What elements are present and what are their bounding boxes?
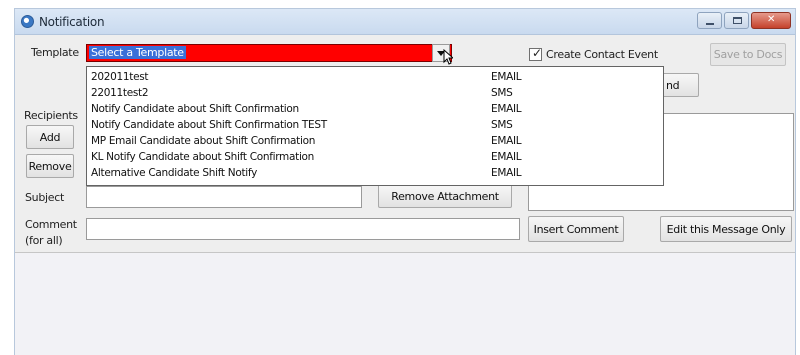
- template-option-name: 22011test2: [91, 87, 149, 99]
- subject-label: Subject: [25, 191, 65, 204]
- list-item[interactable]: Alternative Candidate Shift Notify EMAIL: [87, 165, 663, 182]
- template-selected-value: Select a Template: [89, 46, 186, 59]
- insert-comment-button[interactable]: Insert Comment: [528, 216, 624, 242]
- list-item[interactable]: Notify Candidate about Shift Confirmatio…: [87, 117, 663, 134]
- list-item[interactable]: 22011test2 SMS: [87, 85, 663, 102]
- list-item[interactable]: 202011test EMAIL: [87, 69, 663, 86]
- maximize-icon: [733, 17, 742, 24]
- template-option-type: EMAIL: [491, 103, 522, 115]
- window-title: Notification: [39, 15, 105, 29]
- template-option-name: 202011test: [91, 71, 149, 83]
- template-option-name: MP Email Candidate about Shift Confirmat…: [91, 135, 316, 147]
- recipients-label: Recipients: [24, 109, 78, 122]
- comment-sublabel: (for all): [25, 234, 63, 247]
- maximize-button[interactable]: [724, 12, 749, 29]
- list-item[interactable]: MP Email Candidate about Shift Confirmat…: [87, 133, 663, 150]
- add-recipient-button[interactable]: Add: [26, 125, 74, 149]
- remove-recipient-button[interactable]: Remove: [26, 154, 74, 178]
- subject-input[interactable]: [86, 186, 362, 208]
- list-item[interactable]: Notify Candidate about Shift Confirmatio…: [87, 101, 663, 118]
- minimize-icon: [706, 23, 714, 25]
- template-option-name: KL Notify Candidate about Shift Confirma…: [91, 151, 315, 163]
- template-option-type: EMAIL: [491, 135, 522, 147]
- template-option-type: SMS: [491, 119, 513, 131]
- template-option-type: EMAIL: [491, 167, 522, 179]
- close-icon: ✕: [766, 14, 776, 25]
- edit-message-only-button[interactable]: Edit this Message Only: [660, 216, 792, 242]
- template-option-type: SMS: [491, 87, 513, 99]
- template-option-type: EMAIL: [491, 71, 522, 83]
- title-bar[interactable]: Notification ✕: [15, 9, 795, 35]
- mouse-cursor-icon: [443, 49, 453, 65]
- template-option-name: Notify Candidate about Shift Confirmatio…: [91, 119, 327, 131]
- minimize-button[interactable]: [697, 12, 722, 29]
- close-button[interactable]: ✕: [751, 12, 791, 29]
- save-to-docs-button[interactable]: Save to Docs: [710, 43, 786, 66]
- template-option-name: Alternative Candidate Shift Notify: [91, 167, 258, 179]
- window-controls: ✕: [697, 12, 791, 29]
- template-dropdown-list[interactable]: 202011test EMAIL 22011test2 SMS Notify C…: [86, 66, 664, 186]
- template-select[interactable]: Select a Template: [86, 44, 452, 62]
- comment-input[interactable]: [86, 218, 520, 240]
- comment-label: Comment: [25, 218, 77, 231]
- lower-panel: [15, 253, 795, 355]
- list-item[interactable]: KL Notify Candidate about Shift Confirma…: [87, 149, 663, 166]
- create-contact-event-label: Create Contact Event: [546, 48, 658, 61]
- template-option-type: EMAIL: [491, 151, 522, 163]
- template-label: Template: [31, 46, 79, 59]
- app-icon: [21, 15, 34, 28]
- create-contact-event-checkbox[interactable]: ✓: [529, 46, 542, 61]
- notification-window: Notification ✕ Template Select a Templat…: [14, 8, 796, 355]
- template-option-name: Notify Candidate about Shift Confirmatio…: [91, 103, 299, 115]
- checkmark-icon: ✓: [532, 46, 542, 60]
- remove-attachment-button[interactable]: Remove Attachment: [378, 184, 512, 208]
